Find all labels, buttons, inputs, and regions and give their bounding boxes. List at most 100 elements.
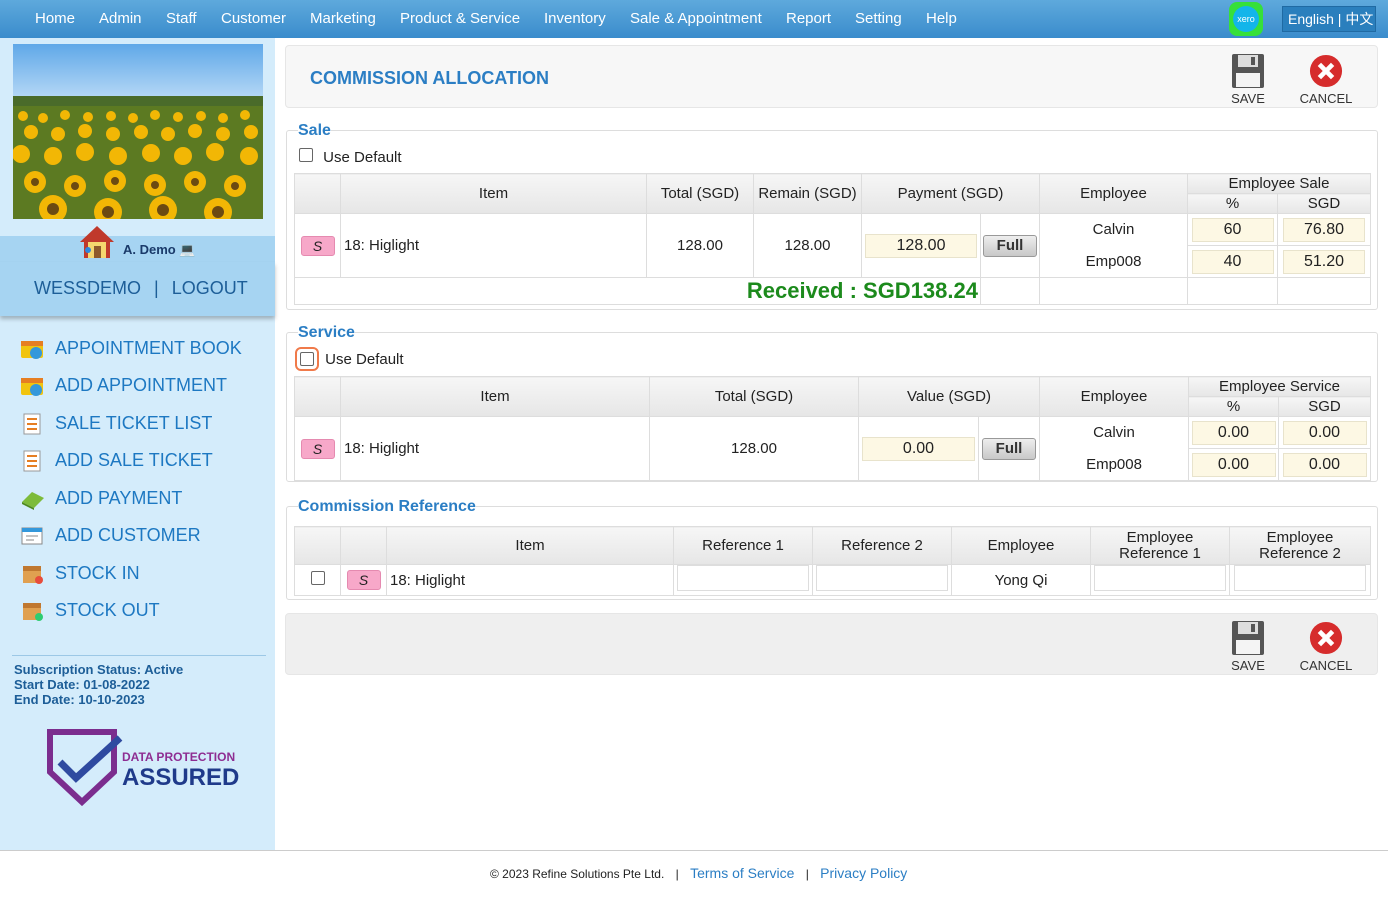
- data-protection-badge: DATA PROTECTION ASSURED: [46, 728, 240, 806]
- user-bar: A. Demo 💻: [0, 236, 275, 262]
- nav-setting[interactable]: Setting: [855, 10, 902, 27]
- bottom-action-panel: SAVE CANCEL: [285, 613, 1378, 675]
- dpa-line2: ASSURED: [122, 764, 240, 791]
- nav-sale-appointment[interactable]: Sale & Appointment: [630, 10, 762, 27]
- subscription-status: Subscription Status: Active: [14, 662, 184, 677]
- logout-link[interactable]: LOGOUT: [172, 278, 248, 298]
- nav-home[interactable]: Home: [35, 10, 75, 27]
- reference-legend: Commission Reference: [298, 498, 476, 516]
- service-employee-1-sgd[interactable]: 0.00: [1282, 420, 1367, 445]
- nav-customer[interactable]: Customer: [221, 10, 286, 27]
- footer: © 2023 Refine Solutions Pte Ltd. | Terms…: [0, 850, 1388, 902]
- privacy-link[interactable]: Privacy Policy: [820, 865, 907, 881]
- add-appointment-icon: [20, 375, 46, 397]
- save-button-bottom[interactable]: SAVE: [1218, 620, 1278, 676]
- floppy-disk-icon: [1232, 54, 1264, 88]
- subscription-info: Subscription Status: Active Start Date: …: [12, 655, 266, 707]
- subscription-end-date: End Date: 10-10-2023: [14, 692, 145, 707]
- nav-report[interactable]: Report: [786, 10, 831, 27]
- laptop-icon: 💻: [179, 242, 196, 257]
- sale-col-sgd: SGD: [1277, 193, 1371, 214]
- sale-col-remain: Remain (SGD): [753, 173, 862, 214]
- service-employee-2: Emp008: [1039, 448, 1189, 481]
- nav-product-service[interactable]: Product & Service: [400, 10, 520, 27]
- close-icon: [1309, 621, 1343, 655]
- top-navigation: Home Admin Staff Customer Marketing Prod…: [0, 0, 1388, 38]
- sale-ticket-list-icon: [20, 413, 46, 435]
- service-employee-1: Calvin: [1039, 416, 1189, 449]
- stock-out-icon: [20, 600, 46, 622]
- service-col-employee: Employee: [1039, 376, 1189, 417]
- ref-col-emp-ref2: Employee Reference 2: [1229, 526, 1371, 565]
- add-customer-icon: [20, 525, 46, 547]
- employee-reference-2-input[interactable]: [1234, 565, 1366, 591]
- nav-staff[interactable]: Staff: [166, 10, 197, 27]
- xero-icon: xero: [1233, 6, 1259, 32]
- service-employee-2-sgd[interactable]: 0.00: [1282, 452, 1367, 477]
- copyright: © 2023 Refine Solutions Pte Ltd.: [490, 867, 665, 881]
- sale-col-employee: Employee: [1039, 173, 1188, 214]
- sale-payment-input[interactable]: 128.00: [865, 233, 977, 258]
- cancel-button[interactable]: CANCEL: [1296, 53, 1356, 109]
- sale-col-blank: [294, 173, 341, 214]
- sale-employee-1-sgd[interactable]: 76.80: [1283, 217, 1365, 242]
- service-employee-1-pct[interactable]: 0.00: [1191, 420, 1276, 445]
- sale-full-button[interactable]: Full: [983, 234, 1037, 257]
- service-col-blank: [294, 376, 341, 417]
- sale-employee-2-pct[interactable]: 40: [1191, 249, 1274, 274]
- reference-1-input[interactable]: [677, 565, 809, 591]
- service-col-total: Total (SGD): [649, 376, 859, 417]
- reference-row-checkbox[interactable]: [310, 571, 325, 585]
- service-col-sgd: SGD: [1278, 396, 1371, 417]
- account-separator: |: [154, 278, 159, 298]
- close-icon: [1309, 54, 1343, 88]
- xero-button[interactable]: xero: [1229, 2, 1263, 36]
- terms-link[interactable]: Terms of Service: [690, 865, 794, 881]
- nav-inventory[interactable]: Inventory: [544, 10, 606, 27]
- dpa-line1: DATA PROTECTION: [122, 750, 236, 764]
- sunflower-photo: [13, 44, 263, 219]
- sale-col-item: Item: [340, 173, 647, 214]
- header-panel: COMMISSION ALLOCATION SAVE CANCEL: [285, 45, 1378, 108]
- reference-employee: Yong Qi: [951, 564, 1091, 596]
- ref-col-ref1: Reference 1: [673, 526, 813, 565]
- sale-employee-1-pct[interactable]: 60: [1191, 217, 1274, 242]
- service-employee-2-pct[interactable]: 0.00: [1191, 452, 1276, 477]
- nav-admin[interactable]: Admin: [99, 10, 142, 27]
- nav-help[interactable]: Help: [926, 10, 957, 27]
- ref-col-item: Item: [386, 526, 674, 565]
- sale-employee-1: Calvin: [1039, 213, 1188, 246]
- page-title: COMMISSION ALLOCATION: [310, 68, 549, 88]
- service-value-input[interactable]: 0.00: [862, 436, 975, 461]
- service-badge: S: [346, 570, 381, 590]
- ref-col-ref2: Reference 2: [812, 526, 952, 565]
- table-row: S 18: Higlight 128.00 0.00 Full Calvin 0…: [294, 416, 1371, 481]
- service-use-default[interactable]: Use Default: [295, 347, 404, 371]
- employee-reference-1-input[interactable]: [1094, 565, 1226, 591]
- table-row: S 18: Higlight 128.00 128.00 128.00 Full…: [294, 213, 1371, 278]
- service-total: 128.00: [649, 416, 859, 481]
- nav-marketing[interactable]: Marketing: [310, 10, 376, 27]
- service-full-button[interactable]: Full: [982, 437, 1036, 460]
- service-col-employee-service: Employee Service: [1188, 376, 1371, 397]
- sale-employee-2: Emp008: [1039, 245, 1188, 278]
- sale-table: Item Total (SGD) Remain (SGD) Payment (S…: [294, 173, 1371, 305]
- sale-employee-2-sgd[interactable]: 51.20: [1283, 249, 1365, 274]
- language-switch[interactable]: English | 中文: [1282, 6, 1376, 32]
- sale-use-default-checkbox[interactable]: [299, 148, 313, 162]
- floppy-disk-icon: [1232, 621, 1264, 655]
- stock-in-icon: [20, 563, 46, 585]
- reference-2-input[interactable]: [816, 565, 948, 591]
- user-name: A. Demo 💻: [123, 242, 196, 257]
- sale-legend: Sale: [298, 122, 331, 140]
- service-use-default-checkbox[interactable]: [295, 347, 319, 371]
- reference-item: 18: Higlight: [386, 564, 674, 596]
- sale-item: 18: Higlight: [340, 213, 647, 278]
- service-table: Item Total (SGD) Value (SGD) Employee Em…: [294, 376, 1371, 481]
- received-amount: Received : SGD138.24: [294, 277, 981, 305]
- save-button[interactable]: SAVE: [1218, 53, 1278, 109]
- subscription-start-date: Start Date: 01-08-2022: [14, 677, 150, 692]
- sale-use-default[interactable]: Use Default: [299, 148, 402, 166]
- cancel-button-bottom[interactable]: CANCEL: [1296, 620, 1356, 676]
- account-name[interactable]: WESSDEMO: [34, 278, 141, 298]
